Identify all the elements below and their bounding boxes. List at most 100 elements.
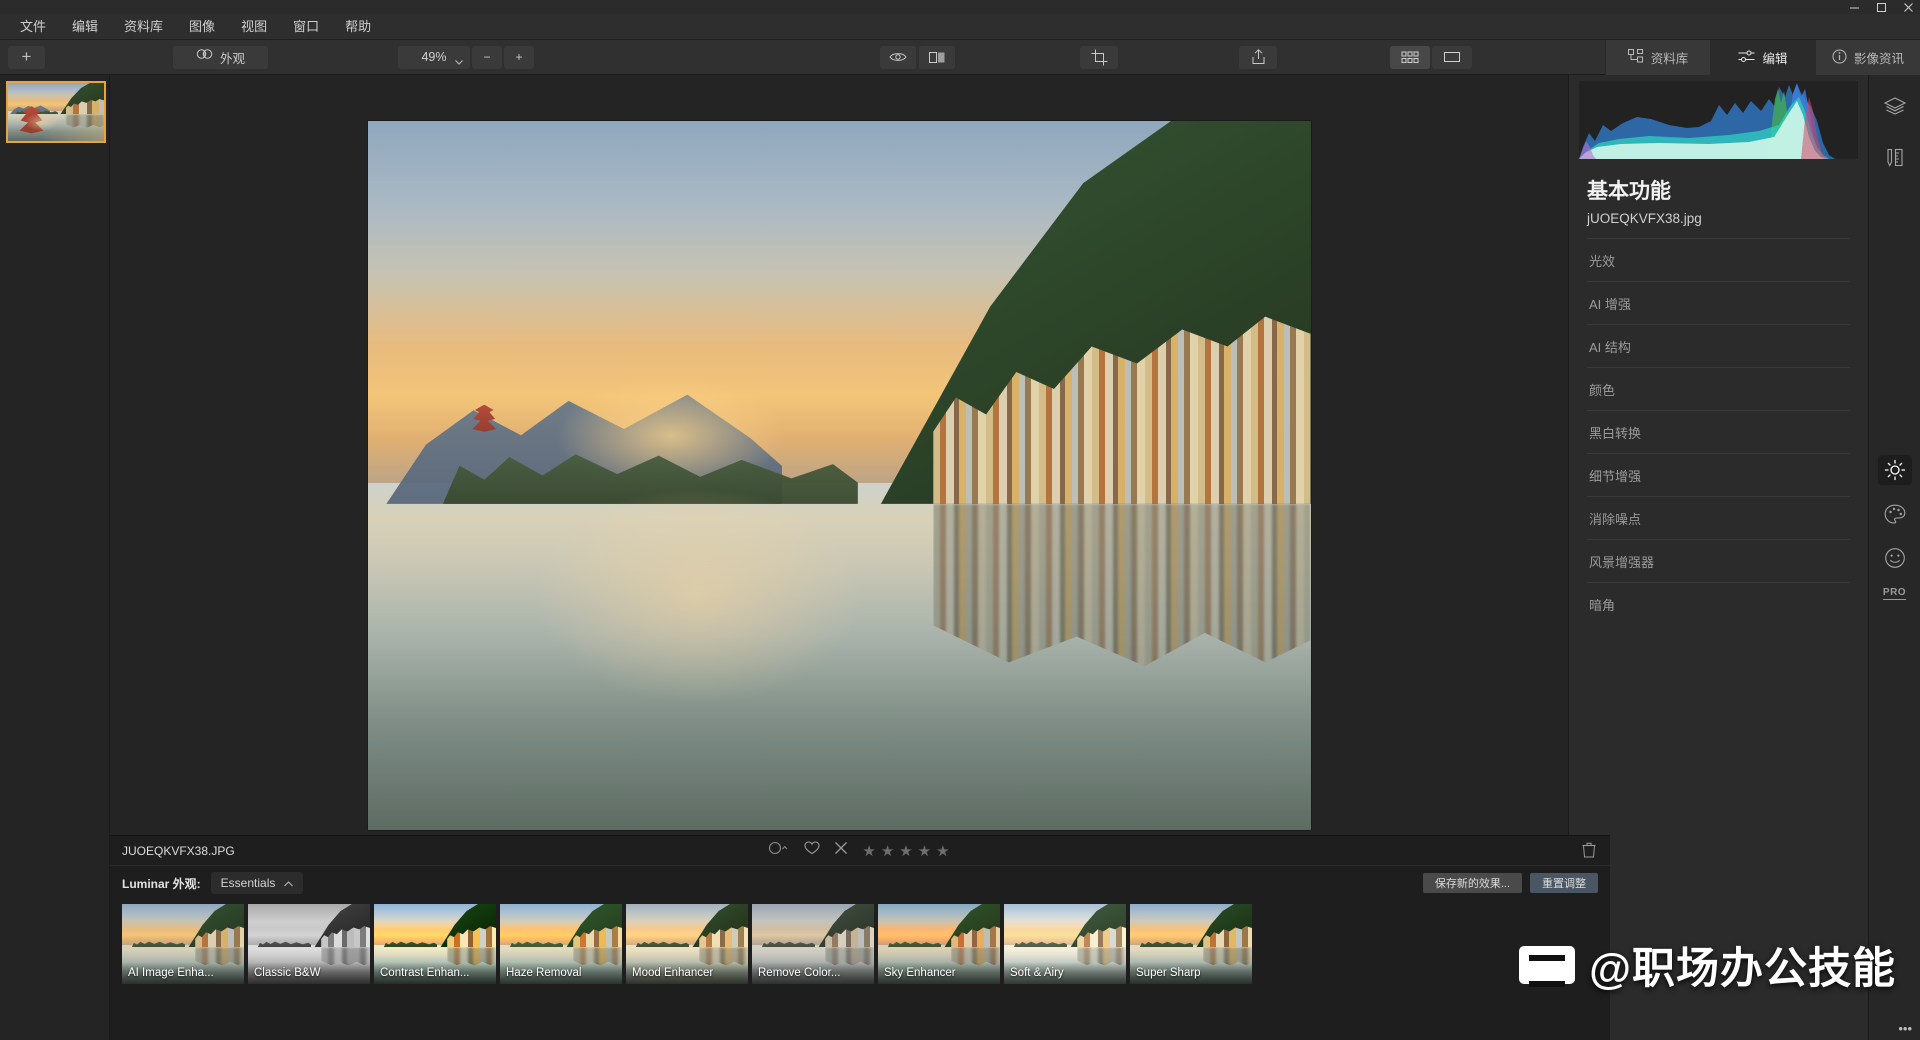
star-3[interactable]: ★ xyxy=(899,842,914,860)
looks-collection-value: Essentials xyxy=(221,876,276,890)
single-view-button[interactable] xyxy=(1432,46,1472,69)
module-tabs: 资料库 编辑 影像资讯 xyxy=(1605,40,1920,75)
adjustment-color[interactable]: 颜色 xyxy=(1587,367,1850,410)
adjustment-light[interactable]: 光效 xyxy=(1587,238,1850,281)
portrait-icon[interactable] xyxy=(1878,543,1912,573)
preset-strip: AI Image Enha... Classic B&W Contrast En… xyxy=(110,900,1610,984)
crop-button[interactable] xyxy=(1080,46,1118,69)
adjustment-bw-convert[interactable]: 黑白转换 xyxy=(1587,410,1850,453)
menu-item-file[interactable]: 文件 xyxy=(8,16,58,37)
preset-item[interactable]: Soft & Airy xyxy=(1004,904,1126,984)
zoom-in-button[interactable]: + xyxy=(504,46,534,69)
menu-bar: 文件 编辑 资料库 图像 视图 窗口 帮助 xyxy=(0,14,1920,40)
tab-edit-label: 编辑 xyxy=(1762,48,1787,67)
adjustment-vignette[interactable]: 暗角 xyxy=(1587,582,1850,625)
chevron-up-icon xyxy=(284,876,293,890)
close-button[interactable] xyxy=(1903,2,1914,13)
color-label-icon[interactable] xyxy=(768,841,790,860)
preset-item[interactable]: Contrast Enhan... xyxy=(374,904,496,984)
preset-item[interactable]: Classic B&W xyxy=(248,904,370,984)
heart-icon[interactable] xyxy=(804,841,820,860)
filmstrip-thumbnail[interactable] xyxy=(6,81,106,143)
pro-badge[interactable]: PRO xyxy=(1883,587,1906,600)
menu-item-window[interactable]: 窗口 xyxy=(281,16,331,37)
overflow-dots-icon[interactable]: ••• xyxy=(1898,1021,1912,1036)
tab-image-info[interactable]: 影像资讯 xyxy=(1815,40,1920,75)
zoom-controls: 49% − + xyxy=(398,46,534,69)
tools-icon[interactable] xyxy=(1878,143,1912,173)
trash-icon[interactable] xyxy=(1582,842,1596,863)
star-4[interactable]: ★ xyxy=(918,842,933,860)
bottom-filename: JUOEQKVFX38.JPG xyxy=(110,844,235,858)
info-icon xyxy=(1832,49,1847,67)
filmstrip-panel xyxy=(0,75,110,1040)
layers-icon[interactable] xyxy=(1878,91,1912,121)
zoom-level-value: 49% xyxy=(421,50,446,64)
watermark-text: @职场办公技能 xyxy=(1589,934,1896,996)
preset-label: Super Sharp xyxy=(1130,962,1252,984)
looks-button-label: 外观 xyxy=(220,48,245,67)
adjustment-denoise[interactable]: 消除噪点 xyxy=(1587,496,1850,539)
menu-item-help[interactable]: 帮助 xyxy=(333,16,383,37)
looks-row-label: Luminar 外观: xyxy=(122,875,201,892)
edit-sliders-icon xyxy=(1738,50,1755,66)
preset-item[interactable]: Mood Enhancer xyxy=(626,904,748,984)
zoom-out-button[interactable]: − xyxy=(472,46,502,69)
tab-library-label: 资料库 xyxy=(1651,48,1689,67)
rail-bottom-group: PRO xyxy=(1878,455,1912,600)
preset-label: Sky Enhancer xyxy=(878,962,1000,984)
adjustment-ai-structure[interactable]: AI 结构 xyxy=(1587,324,1850,367)
tab-library[interactable]: 资料库 xyxy=(1605,40,1710,75)
star-5[interactable]: ★ xyxy=(936,842,951,860)
reset-adjustments-button[interactable]: 重置调整 xyxy=(1530,873,1598,893)
preset-item[interactable]: Haze Removal xyxy=(500,904,622,984)
palette-icon[interactable] xyxy=(1878,499,1912,529)
panel-title: 基本功能 xyxy=(1569,159,1868,207)
adjustment-ai-enhance[interactable]: AI 增强 xyxy=(1587,281,1850,324)
save-new-look-button[interactable]: 保存新的效果... xyxy=(1423,873,1522,893)
rating-controls: ★ ★ ★ ★ ★ xyxy=(110,841,1610,860)
maximize-button[interactable] xyxy=(1876,2,1887,13)
main-toolbar: + 外观 49% − + xyxy=(0,40,1920,75)
add-image-button[interactable]: + xyxy=(8,46,45,69)
adjustment-landscape[interactable]: 风景增强器 xyxy=(1587,539,1850,582)
looks-icon xyxy=(196,49,213,65)
brightness-icon[interactable] xyxy=(1878,455,1912,485)
looks-actions: 保存新的效果... 重置调整 xyxy=(1423,873,1598,893)
chevron-down-icon xyxy=(455,54,463,68)
filename-rating-row: JUOEQKVFX38.JPG ★ ★ xyxy=(110,836,1610,866)
star-1[interactable]: ★ xyxy=(862,842,877,860)
looks-row: Luminar 外观: Essentials 保存新的效果... 重置调整 xyxy=(110,866,1610,900)
preset-label: Soft & Airy xyxy=(1004,962,1126,984)
bottom-bar: JUOEQKVFX38.JPG ★ ★ xyxy=(110,835,1610,1040)
menu-item-library[interactable]: 资料库 xyxy=(112,16,175,37)
preset-label: AI Image Enha... xyxy=(122,962,244,984)
before-after-button[interactable] xyxy=(919,46,955,69)
share-export-button[interactable] xyxy=(1239,46,1277,69)
window-title-bar xyxy=(0,0,1920,14)
menu-item-edit[interactable]: 编辑 xyxy=(60,16,110,37)
preset-label: Mood Enhancer xyxy=(626,962,748,984)
toutiao-logo-icon xyxy=(1519,946,1575,984)
tab-image-info-label: 影像资讯 xyxy=(1854,48,1904,67)
zoom-level-select[interactable]: 49% xyxy=(398,46,470,69)
reject-x-icon[interactable] xyxy=(834,841,848,860)
adjustment-details[interactable]: 细节增强 xyxy=(1587,453,1850,496)
preview-eye-button[interactable] xyxy=(880,46,916,69)
preset-item[interactable]: Sky Enhancer xyxy=(878,904,1000,984)
tool-rail: PRO xyxy=(1868,75,1920,1040)
main-photo[interactable] xyxy=(368,121,1311,830)
star-rating[interactable]: ★ ★ ★ ★ ★ xyxy=(862,842,951,860)
star-2[interactable]: ★ xyxy=(881,842,896,860)
minimize-button[interactable] xyxy=(1849,2,1860,13)
menu-item-image[interactable]: 图像 xyxy=(177,16,227,37)
looks-collection-select[interactable]: Essentials xyxy=(211,872,304,894)
watermark: @职场办公技能 xyxy=(1519,934,1896,996)
looks-toggle-button[interactable]: 外观 xyxy=(173,46,268,69)
preset-item[interactable]: AI Image Enha... xyxy=(122,904,244,984)
preset-item[interactable]: Remove Color... xyxy=(752,904,874,984)
grid-view-button[interactable] xyxy=(1390,46,1430,69)
menu-item-view[interactable]: 视图 xyxy=(229,16,279,37)
tab-edit[interactable]: 编辑 xyxy=(1710,40,1815,75)
preset-item[interactable]: Super Sharp xyxy=(1130,904,1252,984)
